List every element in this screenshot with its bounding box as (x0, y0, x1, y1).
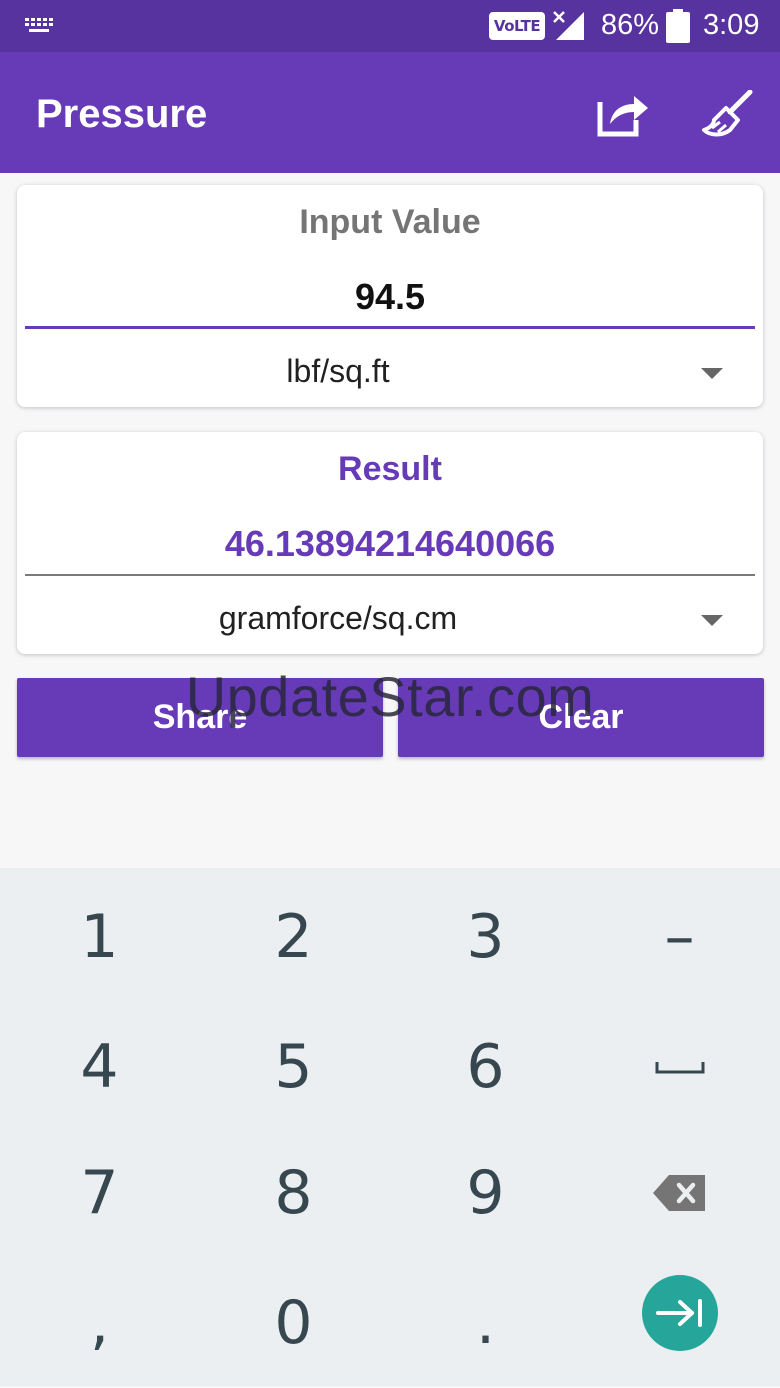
input-unit-dropdown[interactable]: lbf/sq.ft (17, 335, 763, 407)
key-7[interactable]: 7 (2, 1128, 197, 1258)
key-backspace[interactable] (582, 1128, 777, 1258)
key-2[interactable]: 2 (196, 872, 391, 1002)
chevron-down-icon (701, 368, 723, 379)
key-6[interactable]: 6 (388, 1002, 583, 1132)
battery-icon (666, 9, 690, 43)
share-icon[interactable] (596, 90, 650, 138)
input-unit-label: lbf/sq.ft (286, 353, 390, 389)
tab-next-icon (655, 1299, 702, 1327)
input-card: Input Value 94.5 lbf/sq.ft (17, 185, 763, 407)
signal-icon (553, 11, 584, 40)
result-unit-label: gramforce/sq.cm (218, 600, 458, 636)
key-5[interactable]: 5 (196, 1002, 391, 1132)
clock: 3:09 (703, 9, 760, 41)
key-0[interactable]: 0 (196, 1258, 391, 1388)
key-1[interactable]: 1 (2, 872, 197, 1002)
clear-button[interactable]: Clear (398, 678, 764, 757)
result-value-field: 46.13894214640066 (25, 512, 755, 576)
key-comma[interactable]: , (2, 1258, 197, 1388)
volte-badge: VoLTE (489, 12, 545, 40)
key-minus[interactable]: – (582, 872, 777, 1002)
page-title: Pressure (36, 92, 208, 136)
result-card-title: Result (338, 450, 442, 488)
result-unit-dropdown[interactable]: gramforce/sq.cm (17, 582, 763, 654)
status-bar: VoLTE 86% 3:09 (0, 0, 780, 52)
broom-clear-icon[interactable] (700, 90, 756, 138)
key-enter[interactable] (582, 1248, 777, 1378)
input-value-field[interactable]: 94.5 (25, 265, 755, 329)
share-button[interactable]: Share (17, 678, 383, 757)
key-3[interactable]: 3 (388, 872, 583, 1002)
input-card-title: Input Value (299, 203, 481, 241)
key-space[interactable] (582, 1002, 777, 1132)
backspace-icon (652, 1175, 705, 1211)
numeric-keyboard: 1 2 3 – 4 5 6 7 8 9 , 0 . (0, 868, 780, 1386)
key-8[interactable]: 8 (196, 1128, 391, 1258)
space-icon (655, 1062, 704, 1074)
chevron-down-icon (701, 615, 723, 626)
result-card: Result 46.13894214640066 gramforce/sq.cm (17, 432, 763, 654)
keyboard-icon (25, 18, 53, 32)
key-9[interactable]: 9 (388, 1128, 583, 1258)
key-4[interactable]: 4 (2, 1002, 197, 1132)
app-bar: Pressure (0, 52, 780, 173)
key-period[interactable]: . (388, 1258, 583, 1388)
battery-percent: 86% (601, 9, 660, 41)
enter-button[interactable] (641, 1275, 718, 1351)
